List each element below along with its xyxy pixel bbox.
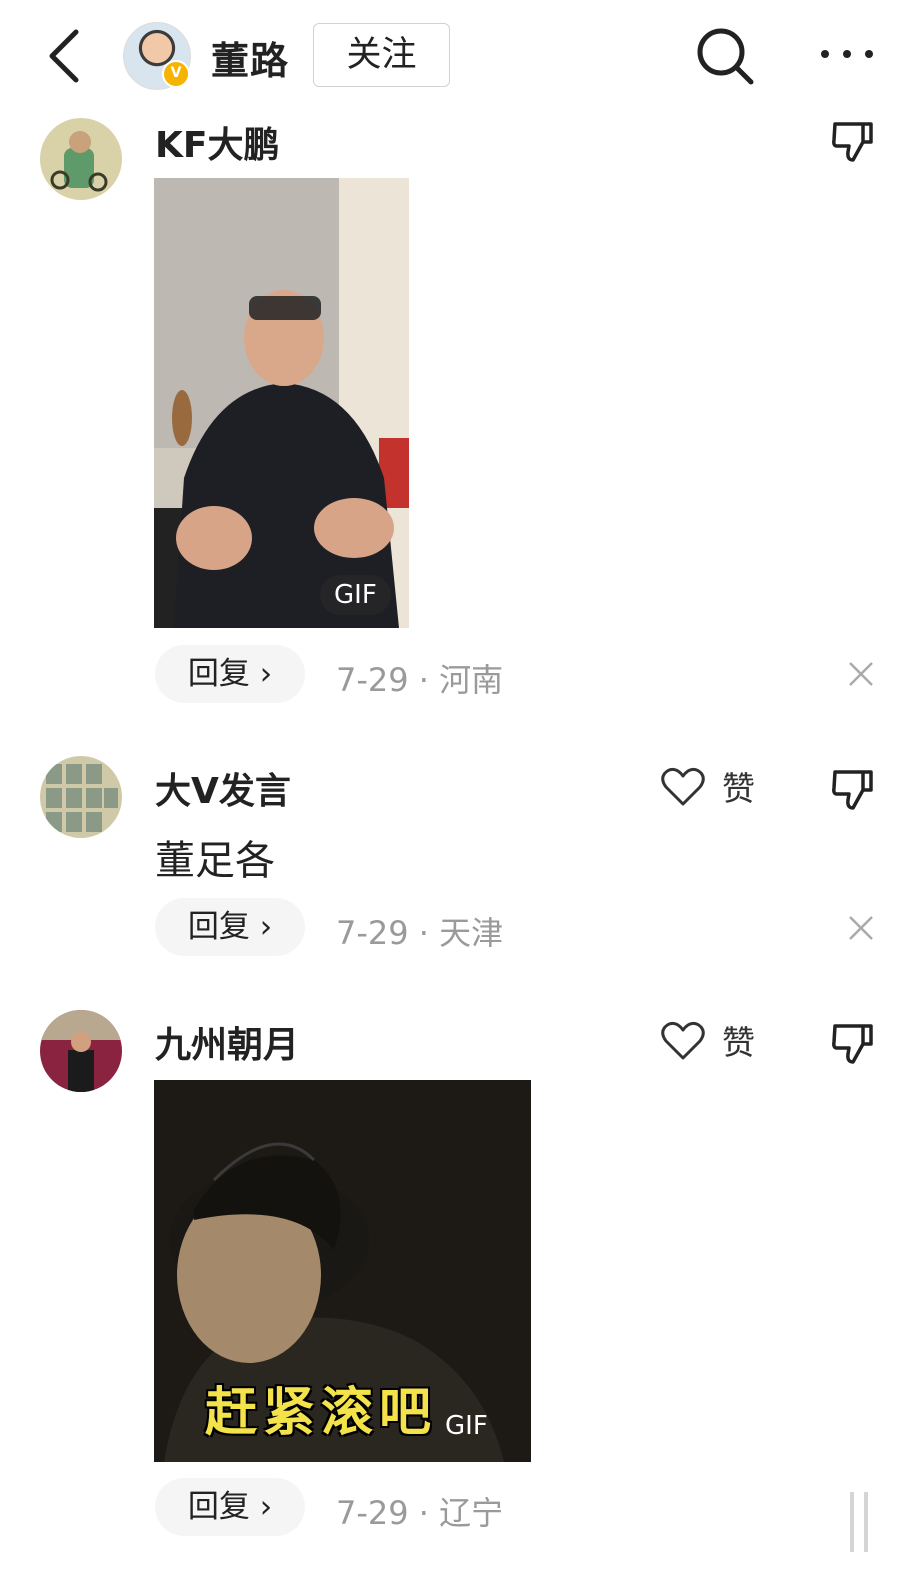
comment-meta: 7-29 · 河南 <box>336 661 504 699</box>
commenter-name[interactable]: 大V发言 <box>155 762 291 814</box>
author-name[interactable]: 董路 <box>211 30 289 85</box>
dislike-icon[interactable] <box>829 118 875 164</box>
like-label[interactable]: 赞 <box>722 1016 755 1064</box>
commenter-name[interactable]: KF大鹏 <box>155 116 280 168</box>
search-icon[interactable] <box>695 26 755 86</box>
commenter-avatar[interactable] <box>40 1010 122 1092</box>
top-bar: V 董路 关注 <box>0 0 922 110</box>
close-icon[interactable] <box>847 914 875 942</box>
close-icon[interactable] <box>847 660 875 688</box>
comment-text: 董足各 <box>155 838 275 884</box>
dislike-icon[interactable] <box>829 1020 875 1066</box>
back-arrow-icon[interactable] <box>40 26 90 86</box>
follow-button[interactable]: 关注 <box>313 23 450 87</box>
scroll-indicator-icon <box>850 1492 868 1552</box>
reply-button[interactable]: 回复 › <box>155 898 305 956</box>
gif-badge: GIF <box>320 575 391 615</box>
reply-button[interactable]: 回复 › <box>155 645 305 703</box>
reply-button[interactable]: 回复 › <box>155 1478 305 1536</box>
heart-icon[interactable] <box>660 766 706 808</box>
comment-gif-image[interactable] <box>154 178 409 628</box>
verified-badge-icon: V <box>162 60 190 88</box>
more-options-icon[interactable] <box>817 42 877 66</box>
comment-meta: 7-29 · 辽宁 <box>336 1494 504 1532</box>
heart-icon[interactable] <box>660 1020 706 1062</box>
comment-item: 大V发言 赞 董足各 回复 › 7-29 · 天津 <box>0 740 922 980</box>
comment-item: KF大鹏 GIF 回复 › 7-29 · 河南 <box>0 110 922 720</box>
like-label[interactable]: 赞 <box>722 762 755 810</box>
gif-badge: GIF <box>445 1411 488 1441</box>
comment-item: 九州朝月 赞 赶紧滚吧 GIF 回复 › 7-29 · 辽宁 <box>0 1000 922 1570</box>
dislike-icon[interactable] <box>829 766 875 812</box>
comment-meta: 7-29 · 天津 <box>336 914 504 952</box>
gif-caption: 赶紧滚吧 <box>205 1382 438 1443</box>
commenter-avatar[interactable] <box>40 756 122 838</box>
commenter-name[interactable]: 九州朝月 <box>155 1016 299 1068</box>
commenter-avatar[interactable] <box>40 118 122 200</box>
